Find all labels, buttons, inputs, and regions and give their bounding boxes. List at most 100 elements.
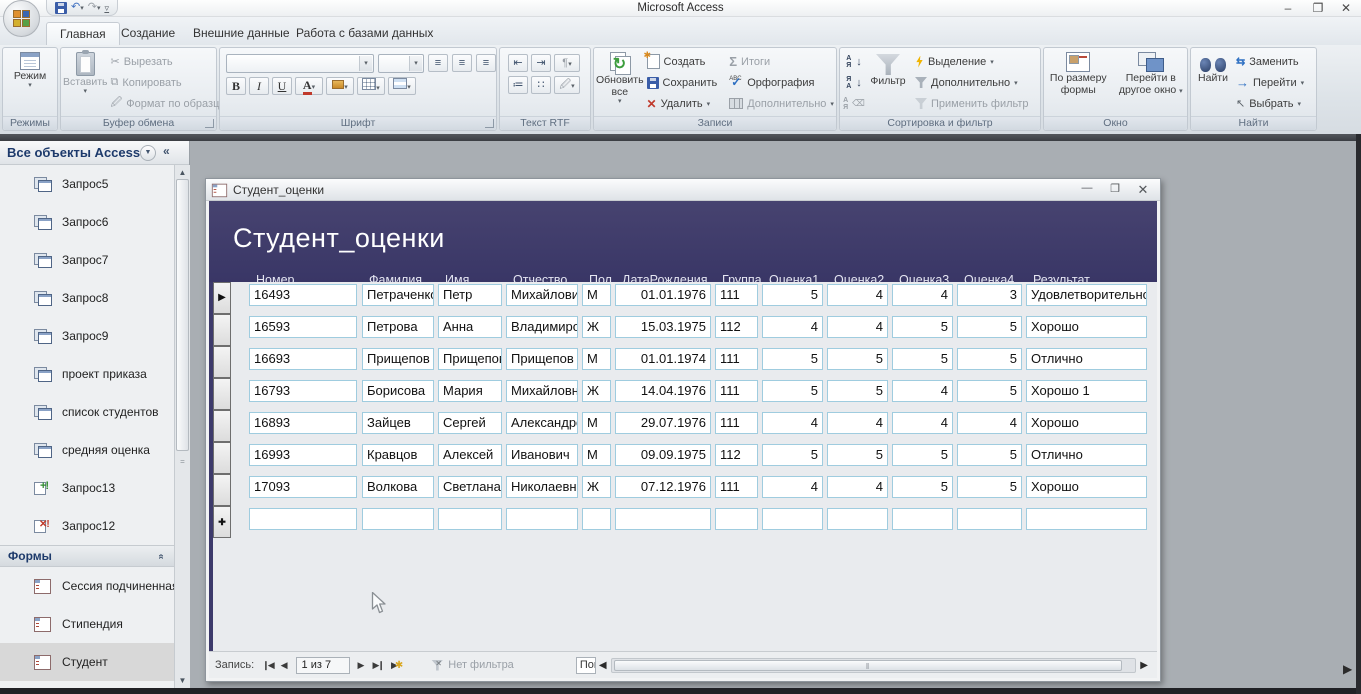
cell[interactable]: Анна [438,316,502,338]
cell[interactable]: Николаевна [506,476,578,498]
cell[interactable]: 4 [762,316,823,338]
cell[interactable]: 4 [827,284,888,306]
sidebar-item-студент[interactable]: Студент [0,643,174,681]
decrease-indent-button[interactable]: ⇤ [508,54,528,72]
cell[interactable]: 3 [957,284,1022,306]
record-selector[interactable] [213,474,231,506]
cell[interactable]: Отлично [1026,348,1147,370]
cell[interactable]: Светлана [438,476,502,498]
cell[interactable]: 29.07.1976 [615,412,711,434]
cell[interactable]: 5 [892,444,953,466]
switch-windows-button[interactable]: Перейти в другое окно ▾ [1117,50,1185,96]
cell[interactable]: 16593 [249,316,357,338]
advanced-filter-button[interactable]: Дополнительно ▾ [912,73,1032,92]
cell[interactable] [506,508,578,530]
cell[interactable] [615,508,711,530]
clear-sort-button[interactable]: АЯ⌫ [840,94,868,113]
cell[interactable]: Иванович [506,444,578,466]
sidebar-item-стипендия[interactable]: Стипендия [0,605,174,643]
minimize-window-button[interactable]: – [1277,1,1299,15]
cell[interactable]: 01.01.1976 [615,284,711,306]
fill-color-button[interactable]: ▾ [326,77,354,95]
cell[interactable]: 16693 [249,348,357,370]
cell[interactable]: 16993 [249,444,357,466]
horizontal-scrollbar-thumb[interactable]: ‖ [614,660,1122,671]
cell[interactable] [249,508,357,530]
cell[interactable]: 5 [762,380,823,402]
spelling-button[interactable]: ABC Орфография [726,73,837,92]
navigation-pane-header[interactable]: Все объекты Access ▼ « [0,141,189,165]
cut-button[interactable]: ✂ Вырезать [108,52,228,71]
cell[interactable]: 112 [715,444,758,466]
sidebar-item-запрос5[interactable]: Запрос5 [0,165,174,203]
form-minimize-icon[interactable]: — [1074,182,1100,194]
numbered-list-button[interactable]: ≔ [508,76,528,94]
next-record-button[interactable]: ▶ [354,660,369,671]
cell[interactable]: Хорошо [1026,412,1147,434]
cell[interactable]: Владимировна [506,316,578,338]
cell[interactable]: 111 [715,476,758,498]
cell[interactable]: Михайлович [506,284,578,306]
cell[interactable]: М [582,444,611,466]
previous-record-button[interactable]: ◀ [277,660,292,671]
italic-button[interactable]: I [249,77,269,95]
undo-button[interactable]: ↶▾ [71,0,84,16]
cell[interactable] [582,508,611,530]
record-selector[interactable] [213,410,231,442]
cell[interactable]: Хорошо 1 [1026,380,1147,402]
cell[interactable]: 09.09.1975 [615,444,711,466]
bold-button[interactable]: B [226,77,246,95]
cell[interactable]: 17093 [249,476,357,498]
horizontal-scrollbar[interactable]: ‖ [611,658,1137,673]
cell[interactable]: 16793 [249,380,357,402]
form-maximize-icon[interactable]: ❐ [1102,182,1128,195]
cell[interactable]: 5 [827,444,888,466]
cell[interactable]: Борисова [362,380,434,402]
sidebar-item-проект-приказа[interactable]: проект приказа [0,355,174,393]
cell[interactable]: Ж [582,476,611,498]
cell[interactable]: Прищепов [438,348,502,370]
sidebar-item-средняя-оценка[interactable]: средняя оценка [0,431,174,469]
record-selector-new[interactable]: ✚ [213,506,231,538]
record-selector-current[interactable]: ▶ [213,282,231,314]
cell[interactable]: 01.01.1974 [615,348,711,370]
new-record-button[interactable]: Создать [644,52,721,71]
cell[interactable]: 07.12.1976 [615,476,711,498]
sort-ascending-button[interactable]: АЯ↓ [843,52,865,71]
cell[interactable]: 5 [827,380,888,402]
replace-button[interactable]: ⇆ Заменить [1233,52,1307,71]
sidebar-item-запрос7[interactable]: Запрос7 [0,241,174,279]
sidebar-item-запрос6[interactable]: Запрос6 [0,203,174,241]
cell[interactable]: Александрович [506,412,578,434]
office-button[interactable] [3,0,40,37]
cell[interactable] [1026,508,1147,530]
highlight-button[interactable]: 🖉▾ [554,76,580,94]
cell[interactable]: Прищепов [506,348,578,370]
view-button[interactable]: Режим ▾ [14,50,46,90]
record-selector[interactable] [213,442,231,474]
cell[interactable]: 111 [715,348,758,370]
gridlines-button[interactable]: ▾ [357,77,385,95]
collapse-section-icon[interactable]: « [156,553,167,559]
sidebar-item-список-студентов[interactable]: список студентов [0,393,174,431]
align-left-button[interactable]: ≡ [428,54,448,72]
sidebar-item-запрос9[interactable]: Запрос9 [0,317,174,355]
shutter-bar-close-icon[interactable]: « [163,144,170,158]
save-icon[interactable] [55,2,67,14]
cell[interactable]: 4 [892,284,953,306]
close-window-button[interactable]: ✕ [1335,1,1357,15]
cell[interactable]: 16493 [249,284,357,306]
cell[interactable]: 112 [715,316,758,338]
cell[interactable]: Кравцов [362,444,434,466]
sidebar-scrollbar-thumb[interactable] [176,179,189,451]
sidebar-item-сессия-подчиненная-фо-[interactable]: Сессия подчиненная фо... [0,567,174,605]
size-to-fit-form-button[interactable]: По размеру формы [1046,50,1111,96]
new-blank-record-button[interactable]: ▶✱ [387,660,407,671]
restore-window-button[interactable]: ❐ [1307,1,1329,15]
record-selector[interactable] [213,378,231,410]
sidebar-item-запрос12[interactable]: Запрос12 [0,507,174,545]
cell[interactable]: 5 [957,476,1022,498]
cell[interactable]: Ж [582,380,611,402]
delete-record-button[interactable]: ✕ Удалить ▾ [644,94,721,113]
alternate-fill-button[interactable]: ▾ [388,77,416,95]
